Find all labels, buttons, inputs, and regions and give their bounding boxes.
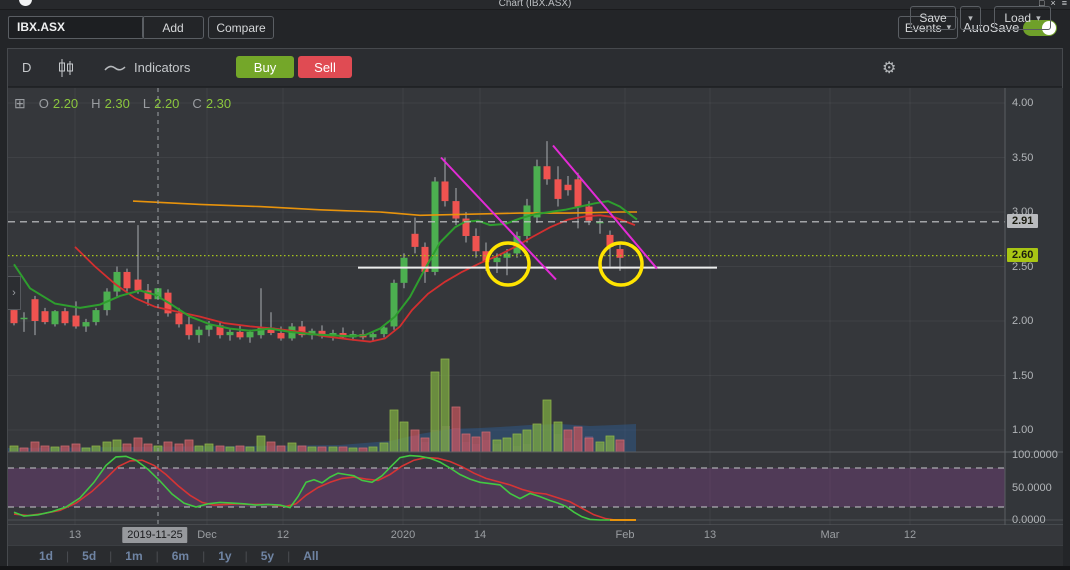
range-button-1m[interactable]: 1m: [112, 549, 155, 563]
price-tick-label: 1.50: [1012, 369, 1034, 382]
time-axis-selected-date: 2019-11-25: [122, 527, 188, 543]
time-axis-label: Dec: [197, 529, 217, 541]
chart-canvas[interactable]: [0, 0, 1070, 570]
high-label: H: [91, 96, 101, 111]
expand-legend-icon[interactable]: ⊞: [14, 95, 26, 112]
range-button-1y[interactable]: 1y: [205, 549, 244, 563]
ohlc-legend: ⊞ O 2.20 H 2.30 L 2.20 C 2.30: [14, 95, 231, 112]
time-axis-label: Mar: [820, 529, 840, 541]
osc-tick-label: 100.0000: [1012, 449, 1058, 461]
price-tick-label: 2.00: [1012, 315, 1034, 327]
range-button-5d[interactable]: 5d: [69, 549, 109, 563]
time-axis-label: 12: [276, 529, 290, 541]
price-tick-label: 2.50: [1012, 260, 1034, 273]
range-button-all[interactable]: All: [290, 549, 331, 563]
trading-app-window: Chart (IBX.ASX) □ × ≡ IBX.ASX Add Compar…: [0, 0, 1070, 570]
time-axis-label: 12: [903, 529, 917, 541]
range-selector-row: 1d | 5d | 1m | 6m | 1y | 5y | All: [8, 545, 1063, 566]
range-button-5y[interactable]: 5y: [248, 549, 287, 563]
price-tick-label: 3.50: [1012, 151, 1034, 164]
range-button-1d[interactable]: 1d: [26, 549, 66, 563]
close-value: 2.30: [205, 96, 232, 111]
range-button-6m[interactable]: 6m: [159, 549, 202, 563]
time-axis[interactable]: 13 2019-11-25 Dec 12 2020 14 Feb 13 Mar 12: [8, 525, 1063, 545]
time-axis-label: 13: [703, 529, 717, 541]
osc-tick-label: 50.0000: [1012, 481, 1052, 494]
price-level-badge[interactable]: 2.91: [1007, 213, 1039, 228]
chevron-right-icon: ›: [12, 287, 16, 299]
collapse-panel-button[interactable]: ›: [8, 276, 21, 310]
open-label: O: [38, 96, 49, 111]
low-label: L: [142, 96, 151, 111]
price-tick-label: 1.00: [1012, 424, 1034, 436]
close-label: C: [192, 96, 202, 111]
time-axis-label: 13: [68, 529, 82, 541]
price-axis[interactable]: 4.00 3.50 3.00 2.50 2.00 1.50 1.00 100.0000 50.0…: [1005, 88, 1063, 526]
time-axis-label: 2020: [390, 529, 416, 541]
high-value: 2.30: [104, 96, 130, 111]
price-level-badge[interactable]: 2.60: [1007, 247, 1039, 262]
open-value: 2.20: [52, 96, 79, 111]
price-tick-label: 4.00: [1012, 97, 1034, 109]
osc-tick-label: 0.0000: [1012, 514, 1046, 526]
low-value: 2.20: [154, 96, 180, 111]
time-axis-label: Feb: [615, 529, 635, 541]
time-axis-label: 14: [473, 529, 487, 541]
